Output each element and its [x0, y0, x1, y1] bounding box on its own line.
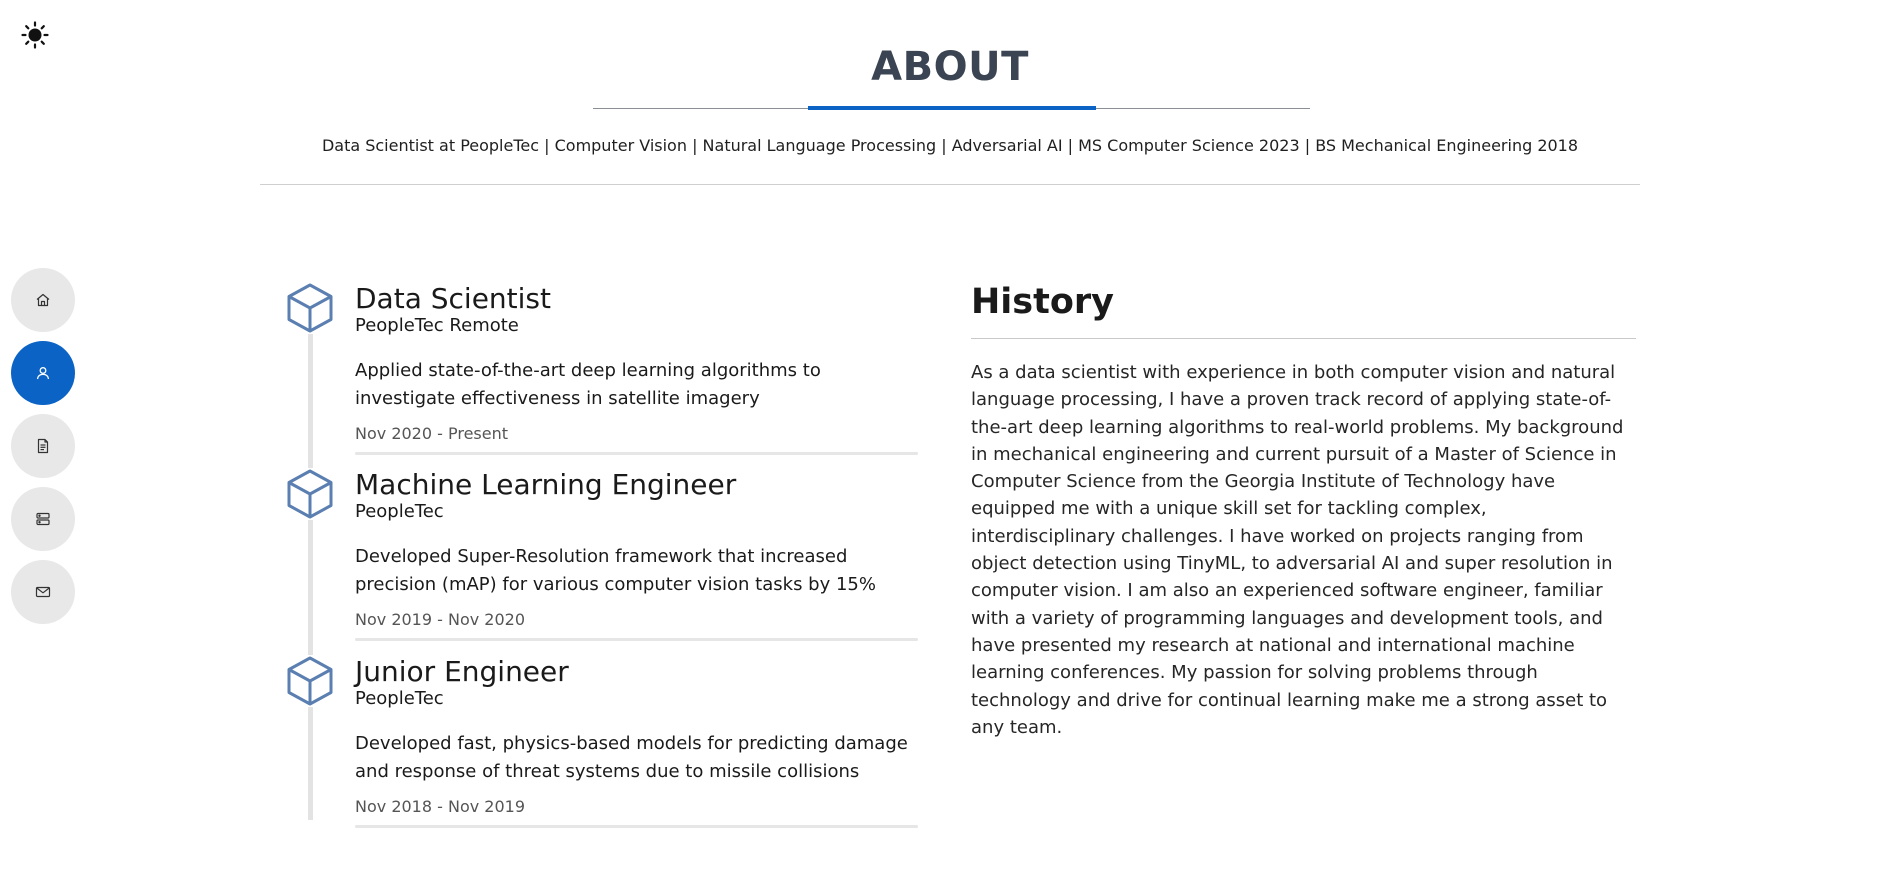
page-title: ABOUT — [871, 44, 1029, 90]
mail-icon — [35, 586, 51, 598]
nav-contact-button[interactable] — [11, 560, 75, 624]
job-title: Junior Engineer — [355, 655, 569, 688]
document-icon — [37, 438, 49, 454]
nav-about-button[interactable] — [11, 341, 75, 405]
job-dates: Nov 2020 - Present — [355, 424, 509, 443]
job-description: Developed fast, physics-based models for… — [355, 733, 908, 782]
history-text: As a data scientist with experience in b… — [971, 362, 1624, 738]
page-header: ABOUT Data Scientist at PeopleTec | Comp… — [260, 0, 1640, 186]
user-icon — [36, 367, 50, 380]
job-description: Developed Super-Resolution framework tha… — [355, 546, 876, 595]
cube-icon — [285, 468, 335, 520]
job-title: Machine Learning Engineer — [355, 468, 737, 501]
sun-icon — [21, 21, 49, 49]
nav-projects-button[interactable] — [11, 487, 75, 551]
side-navigation — [11, 268, 75, 624]
company-name: PeopleTec — [355, 688, 444, 709]
history-title: History — [971, 282, 1114, 322]
theme-toggle-button[interactable] — [18, 18, 52, 52]
cube-icon — [285, 655, 335, 707]
entry-divider — [355, 638, 918, 641]
nav-resume-button[interactable] — [11, 414, 75, 478]
timeline-entry-body: Data Scientist PeopleTec Remote Applied … — [355, 280, 918, 455]
header-divider — [260, 184, 1640, 185]
experience-timeline: Data Scientist PeopleTec Remote Applied … — [284, 280, 919, 828]
home-icon — [36, 293, 50, 307]
entry-divider — [355, 825, 918, 828]
history-section: History As a data scientist with experie… — [971, 280, 1636, 759]
company-name: PeopleTec Remote — [355, 315, 519, 336]
timeline-entry-body: Junior Engineer PeopleTec Developed fast… — [355, 653, 918, 828]
nav-home-button[interactable] — [11, 268, 75, 332]
job-dates: Nov 2019 - Nov 2020 — [355, 610, 526, 629]
job-title: Data Scientist — [355, 282, 551, 315]
history-divider — [971, 338, 1636, 339]
cube-icon — [285, 282, 335, 334]
page-subtitle: Data Scientist at PeopleTec | Computer V… — [321, 136, 1579, 155]
timeline-entry-body: Machine Learning Engineer PeopleTec Deve… — [355, 466, 918, 641]
server-icon — [36, 512, 50, 526]
entry-divider — [355, 452, 918, 455]
company-name: PeopleTec — [355, 501, 444, 522]
job-description: Applied state-of-the-art deep learning a… — [355, 360, 821, 409]
timeline-line — [308, 300, 313, 820]
job-dates: Nov 2018 - Nov 2019 — [355, 797, 526, 816]
title-underline-accent — [808, 106, 1096, 110]
